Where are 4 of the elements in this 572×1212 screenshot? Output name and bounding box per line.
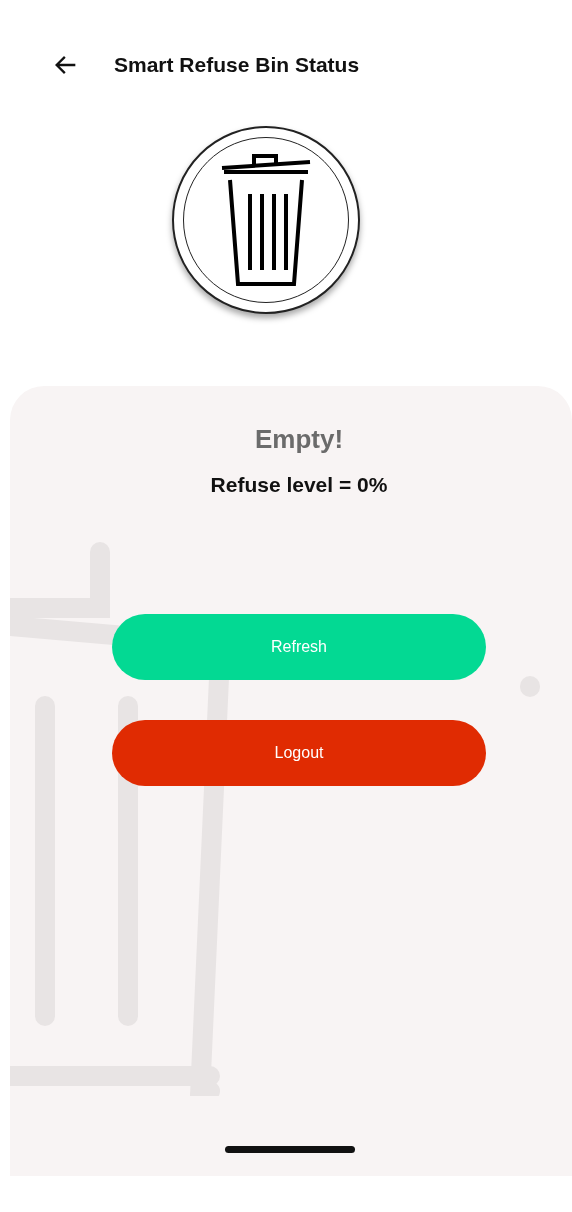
screen-title: Smart Refuse Bin Status [114, 53, 360, 77]
refuse-level-text: Refuse level = 0% [210, 473, 388, 497]
logout-button[interactable]: Logout [112, 720, 486, 786]
status-headline: Empty! [254, 424, 344, 455]
